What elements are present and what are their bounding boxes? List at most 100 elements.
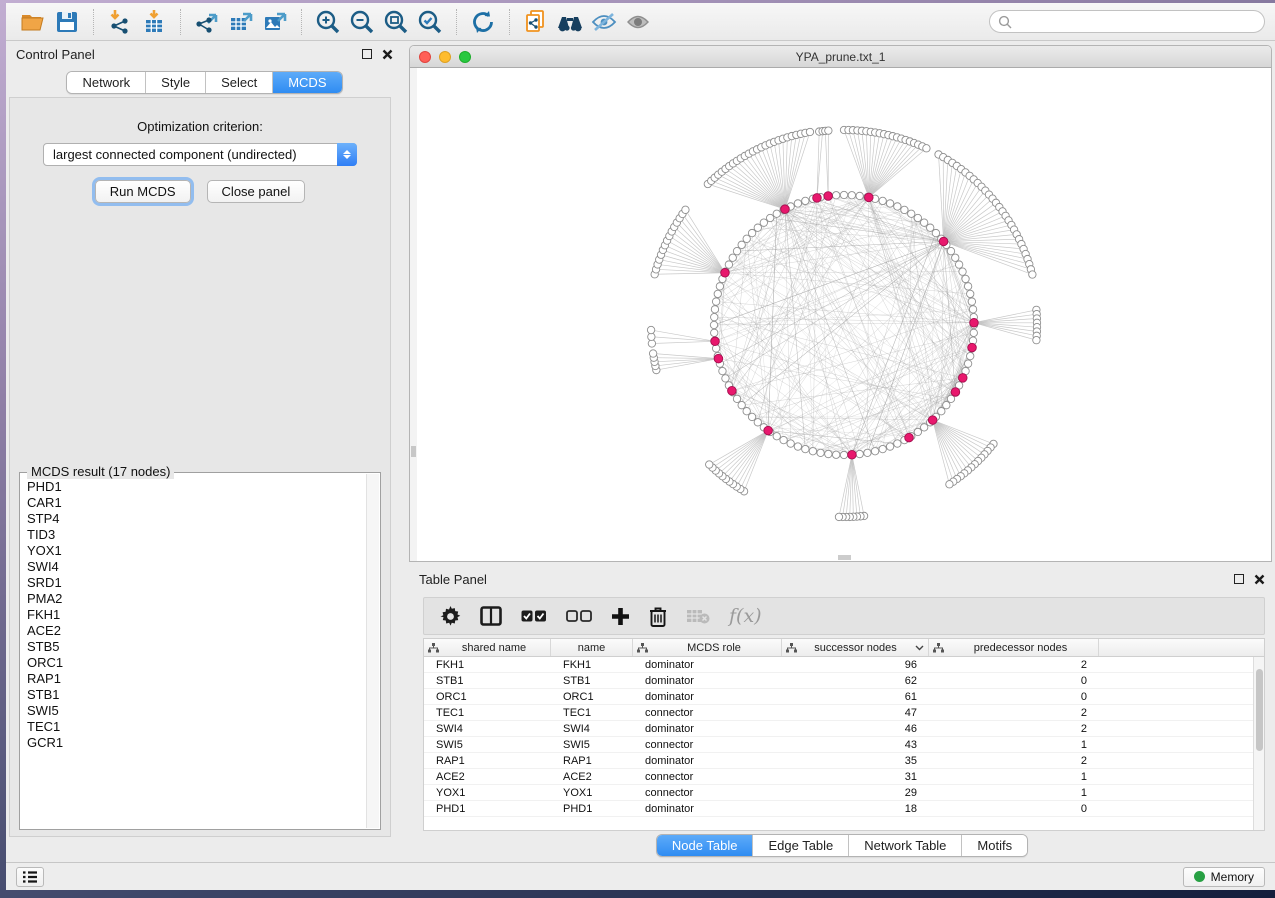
- table-cell[interactable]: STB1: [551, 673, 633, 688]
- network-node[interactable]: [969, 306, 976, 313]
- mcds-result-item[interactable]: GCR1: [27, 735, 366, 751]
- table-cell[interactable]: SWI5: [424, 737, 551, 752]
- table-cell[interactable]: FKH1: [551, 657, 633, 672]
- network-node[interactable]: [848, 192, 855, 199]
- network-node[interactable]: [964, 283, 971, 290]
- network-node[interactable]: [719, 367, 726, 374]
- close-panel-button[interactable]: Close panel: [207, 180, 306, 203]
- network-node[interactable]: [825, 450, 832, 457]
- network-canvas[interactable]: [410, 68, 1271, 561]
- mcds-result-item[interactable]: CAR1: [27, 495, 366, 511]
- network-node[interactable]: [773, 433, 780, 440]
- show-columns-icon[interactable]: [480, 604, 502, 628]
- network-node[interactable]: [802, 197, 809, 204]
- network-node[interactable]: [962, 275, 969, 282]
- delete-table-icon[interactable]: [686, 604, 710, 628]
- settings-gear-icon[interactable]: [440, 604, 461, 628]
- network-node[interactable]: [754, 224, 761, 231]
- table-cell[interactable]: connector: [633, 737, 782, 752]
- table-cell[interactable]: 96: [782, 657, 929, 672]
- table-cell[interactable]: PHD1: [551, 801, 633, 816]
- table-cell[interactable]: 18: [782, 801, 929, 816]
- table-cell[interactable]: 47: [782, 705, 929, 720]
- table-cell[interactable]: dominator: [633, 673, 782, 688]
- select-all-icon[interactable]: [521, 604, 547, 628]
- apply-layout-icon[interactable]: [466, 7, 500, 37]
- network-node[interactable]: [1033, 336, 1040, 343]
- mcds-result-item[interactable]: TID3: [27, 527, 366, 543]
- network-node[interactable]: [952, 254, 959, 261]
- network-node[interactable]: [738, 241, 745, 248]
- table-cell[interactable]: 1: [929, 769, 1099, 784]
- network-node[interactable]: [967, 352, 974, 359]
- tab-node-table[interactable]: Node Table: [657, 835, 754, 856]
- table-scrollbar[interactable]: [1253, 657, 1264, 830]
- table-row[interactable]: PHD1PHD1dominator180: [424, 801, 1264, 817]
- network-node[interactable]: [748, 413, 755, 420]
- table-cell[interactable]: SWI5: [551, 737, 633, 752]
- mcds-hub-node[interactable]: [905, 433, 914, 442]
- mcds-hub-node[interactable]: [764, 426, 773, 435]
- table-cell[interactable]: SWI4: [424, 721, 551, 736]
- table-cell[interactable]: dominator: [633, 657, 782, 672]
- mcds-result-item[interactable]: SWI5: [27, 703, 366, 719]
- network-node[interactable]: [725, 261, 732, 268]
- mcds-result-item[interactable]: STB1: [27, 687, 366, 703]
- table-cell[interactable]: ORC1: [424, 689, 551, 704]
- network-node[interactable]: [914, 214, 921, 221]
- table-row[interactable]: ACE2ACE2connector311: [424, 769, 1264, 785]
- zoom-selected-icon[interactable]: [413, 7, 447, 37]
- table-cell[interactable]: 62: [782, 673, 929, 688]
- network-node[interactable]: [947, 247, 954, 254]
- table-cell[interactable]: dominator: [633, 689, 782, 704]
- search-input[interactable]: [1017, 15, 1256, 29]
- mcds-result-item[interactable]: SRD1: [27, 575, 366, 591]
- network-node[interactable]: [959, 268, 966, 275]
- network-node[interactable]: [748, 229, 755, 236]
- table-cell[interactable]: TEC1: [424, 705, 551, 720]
- mcds-hub-node[interactable]: [848, 450, 857, 459]
- tab-motifs[interactable]: Motifs: [962, 835, 1027, 856]
- table-cell[interactable]: 29: [782, 785, 929, 800]
- network-node[interactable]: [733, 247, 740, 254]
- first-neighbors-icon[interactable]: [553, 7, 587, 37]
- network-node[interactable]: [886, 443, 893, 450]
- mcds-hub-node[interactable]: [728, 386, 737, 395]
- network-node[interactable]: [864, 449, 871, 456]
- table-cell[interactable]: 2: [929, 705, 1099, 720]
- mcds-hub-node[interactable]: [958, 374, 967, 383]
- network-node[interactable]: [716, 283, 723, 290]
- table-cell[interactable]: 0: [929, 689, 1099, 704]
- table-cell[interactable]: connector: [633, 769, 782, 784]
- table-cell[interactable]: 1: [929, 737, 1099, 752]
- network-node[interactable]: [901, 206, 908, 213]
- run-mcds-button[interactable]: Run MCDS: [95, 180, 191, 203]
- tab-network-table[interactable]: Network Table: [849, 835, 962, 856]
- network-node[interactable]: [967, 290, 974, 297]
- float-panel-icon[interactable]: [362, 49, 372, 59]
- tab-select[interactable]: Select: [206, 72, 273, 93]
- float-panel-icon[interactable]: [1234, 574, 1244, 584]
- network-node[interactable]: [908, 210, 915, 217]
- table-row[interactable]: YOX1YOX1connector291: [424, 785, 1264, 801]
- table-cell[interactable]: 2: [929, 657, 1099, 672]
- network-node[interactable]: [920, 219, 927, 226]
- network-node[interactable]: [706, 461, 713, 468]
- network-node[interactable]: [711, 329, 718, 336]
- network-node[interactable]: [835, 513, 842, 520]
- network-node[interactable]: [946, 481, 953, 488]
- network-node[interactable]: [682, 206, 689, 213]
- mcds-list-scrollbar[interactable]: [366, 474, 379, 828]
- mcds-hub-node[interactable]: [928, 416, 937, 425]
- network-node[interactable]: [920, 424, 927, 431]
- network-horizontal-scrollbar[interactable]: [838, 555, 851, 560]
- mcds-hub-node[interactable]: [939, 237, 948, 246]
- table-cell[interactable]: ORC1: [551, 689, 633, 704]
- network-node[interactable]: [1029, 271, 1036, 278]
- table-row[interactable]: SWI5SWI5connector431: [424, 737, 1264, 753]
- network-node[interactable]: [714, 290, 721, 297]
- table-cell[interactable]: connector: [633, 705, 782, 720]
- table-cell[interactable]: ACE2: [424, 769, 551, 784]
- network-node[interactable]: [923, 145, 930, 152]
- mcds-hub-node[interactable]: [951, 388, 960, 397]
